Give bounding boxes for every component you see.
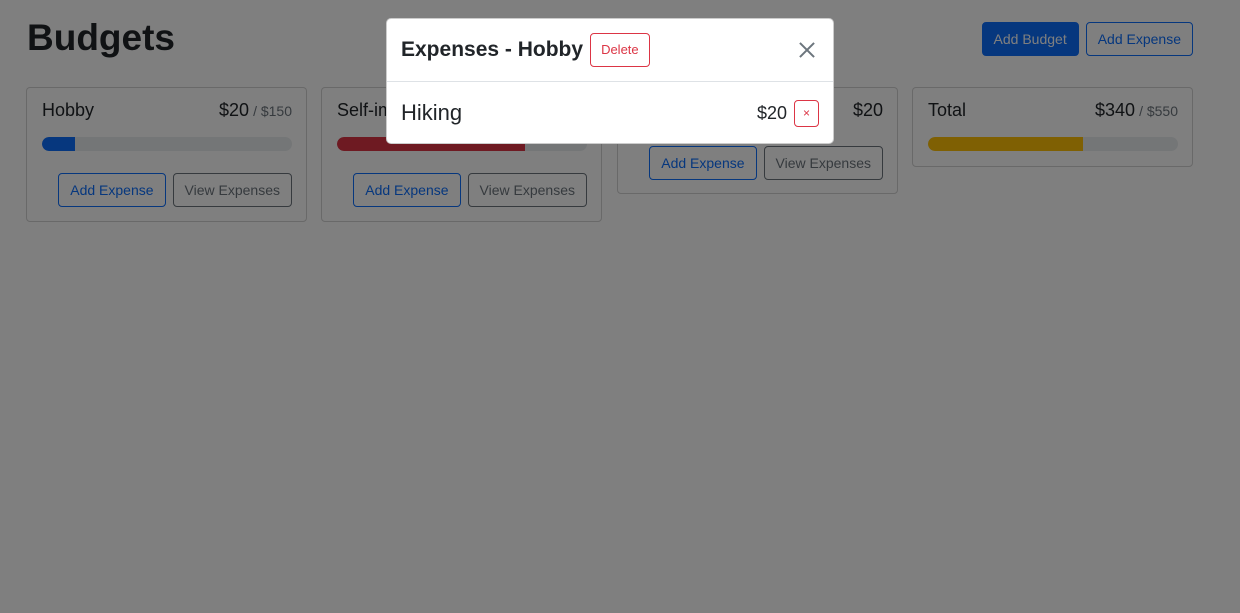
delete-budget-button[interactable]: Delete (590, 33, 650, 67)
view-expenses-modal: Expenses - Hobby Delete Hiking $20 × (386, 18, 834, 144)
modal-title: Expenses - Hobby (401, 38, 584, 61)
modal-header: Expenses - Hobby Delete (387, 19, 833, 82)
expense-description: Hiking (401, 100, 463, 125)
remove-expense-button[interactable]: × (794, 99, 819, 127)
expense-row: Hiking $20 × (401, 82, 819, 143)
expense-amount: $20 (756, 102, 787, 123)
close-icon[interactable] (795, 38, 819, 62)
modal-body: Hiking $20 × (387, 82, 833, 143)
